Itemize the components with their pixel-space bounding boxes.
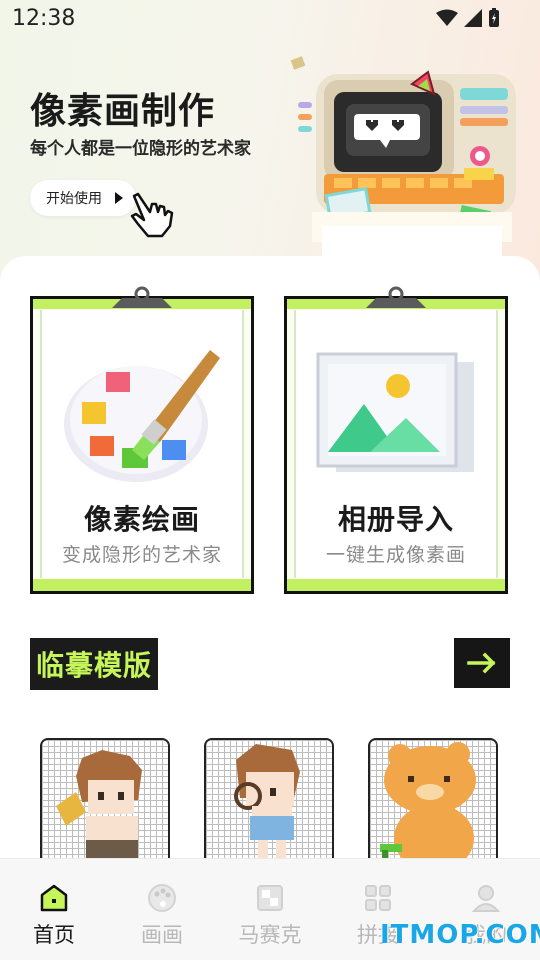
nav-label: 首页 [33,923,75,947]
nav-item-draw[interactable]: 画画 [108,859,216,960]
template-card[interactable] [204,738,334,868]
clipboard-clip-icon [366,286,426,308]
nav-label: 马赛克 [238,923,302,947]
nav-item-mosaic[interactable]: 马赛克 [216,859,324,960]
home-icon [40,884,68,912]
template-card[interactable] [40,738,170,868]
pixel-machine-illustration [290,56,516,262]
battery-icon [489,8,499,27]
photo-import-card[interactable]: 相册导入 一键生成像素画 [284,286,508,594]
template-card[interactable] [368,738,498,868]
mosaic-icon [257,885,283,911]
play-arrow-icon [115,192,123,204]
start-button-label: 开始使用 [46,191,102,207]
section-title-box: 临摹模版 [30,638,159,690]
nav-label: 画画 [141,923,183,947]
template-thumbnail [234,744,300,864]
start-button[interactable]: 开始使用 [30,180,136,216]
card-subtitle: 变成隐形的艺术家 [61,544,222,566]
status-icons [436,8,500,28]
hero-title: 像素画制作 [30,91,216,132]
photo-gallery-icon [316,352,474,472]
hero-banner: 12:38 像素画制作 每个人都是一位隐形的艺术家 开始使用 [0,0,540,290]
pointer-hand-icon [130,192,174,238]
template-thumbnail [56,750,142,864]
card-subtitle: 一键生成像素画 [325,544,466,566]
card-title: 像素绘画 [83,503,200,536]
card-title: 相册导入 [337,503,454,536]
signal-icon [464,9,482,27]
palette-icon [148,884,176,912]
clipboard-clip-icon [112,286,172,308]
arrow-right-icon [467,652,496,674]
more-templates-button[interactable] [454,638,510,688]
grid-icon [365,885,391,911]
hero-subtitle: 每个人都是一位隐形的艺术家 [30,139,251,159]
section-title: 临摹模版 [36,649,153,682]
wifi-icon [436,9,458,26]
pixel-draw-card[interactable]: 像素绘画 变成隐形的艺术家 [30,286,254,594]
status-time: 12:38 [12,6,76,31]
template-thumbnail [380,742,476,866]
nav-item-home[interactable]: 首页 [0,859,108,960]
palette-icon [64,350,220,482]
watermark: ITMOP.COM [380,920,540,950]
user-icon [471,885,501,912]
status-bar: 12:38 [0,0,540,38]
